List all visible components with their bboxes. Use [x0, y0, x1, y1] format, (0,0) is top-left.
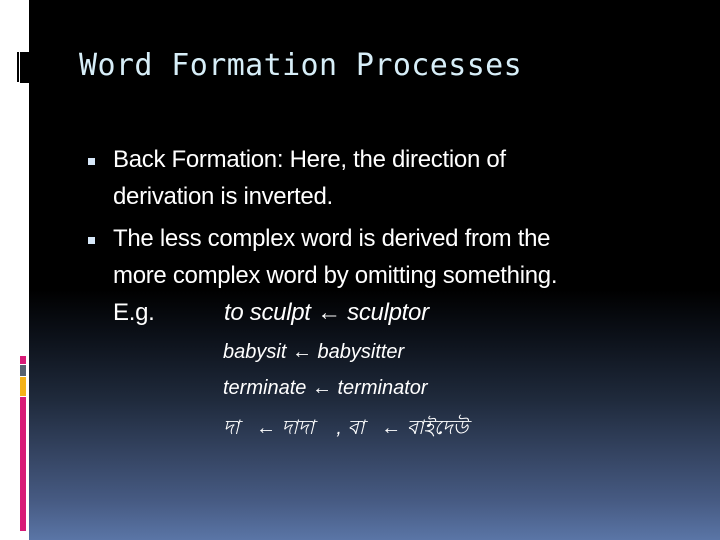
example-base: to sculpt	[224, 299, 311, 326]
accent-bar-orange	[20, 377, 26, 396]
example-derived: terminator	[337, 377, 428, 399]
left-arrow-icon: ←	[291, 341, 312, 363]
bullet-1-line-2: derivation is inverted.	[113, 183, 333, 210]
example-derived: sculptor	[347, 299, 429, 326]
example-row-bengali: দা ← দাদা , বা ← বাইদেউ	[223, 413, 468, 446]
square-bullet-icon	[88, 158, 95, 165]
decorative-block	[20, 52, 29, 83]
bullet-2-line-2: more complex word by omitting something.	[113, 262, 558, 289]
example-row: to sculpt ← sculptor	[224, 299, 429, 327]
decorative-bar	[17, 52, 19, 82]
square-bullet-icon	[88, 237, 95, 244]
example-base-2: বা	[347, 417, 365, 439]
accent-bar-pink-long	[20, 397, 26, 531]
accent-bar-slate	[20, 365, 26, 376]
example-label: E.g.	[113, 299, 155, 326]
left-arrow-icon: ←	[381, 417, 402, 439]
example-derived: দাদা	[281, 417, 315, 439]
slide-title: Word Formation Processes	[79, 48, 523, 83]
example-derived-2: বাইদেউ	[406, 417, 469, 439]
bullet-1-line-1: Back Formation: Here, the direction of	[113, 146, 506, 173]
left-arrow-icon: ←	[317, 299, 341, 326]
example-row: terminate ← terminator	[223, 377, 428, 400]
example-base: দা	[223, 417, 240, 439]
left-arrow-icon: ←	[255, 417, 276, 439]
accent-bar-pink-small	[20, 356, 26, 364]
example-separator: ,	[336, 417, 342, 439]
example-row: babysit ← babysitter	[223, 341, 404, 364]
left-arrow-icon: ←	[311, 377, 332, 399]
bullet-2-line-1: The less complex word is derived from th…	[113, 225, 551, 252]
example-base: terminate	[223, 377, 307, 399]
example-derived: babysitter	[317, 341, 405, 363]
example-base: babysit	[223, 341, 287, 363]
